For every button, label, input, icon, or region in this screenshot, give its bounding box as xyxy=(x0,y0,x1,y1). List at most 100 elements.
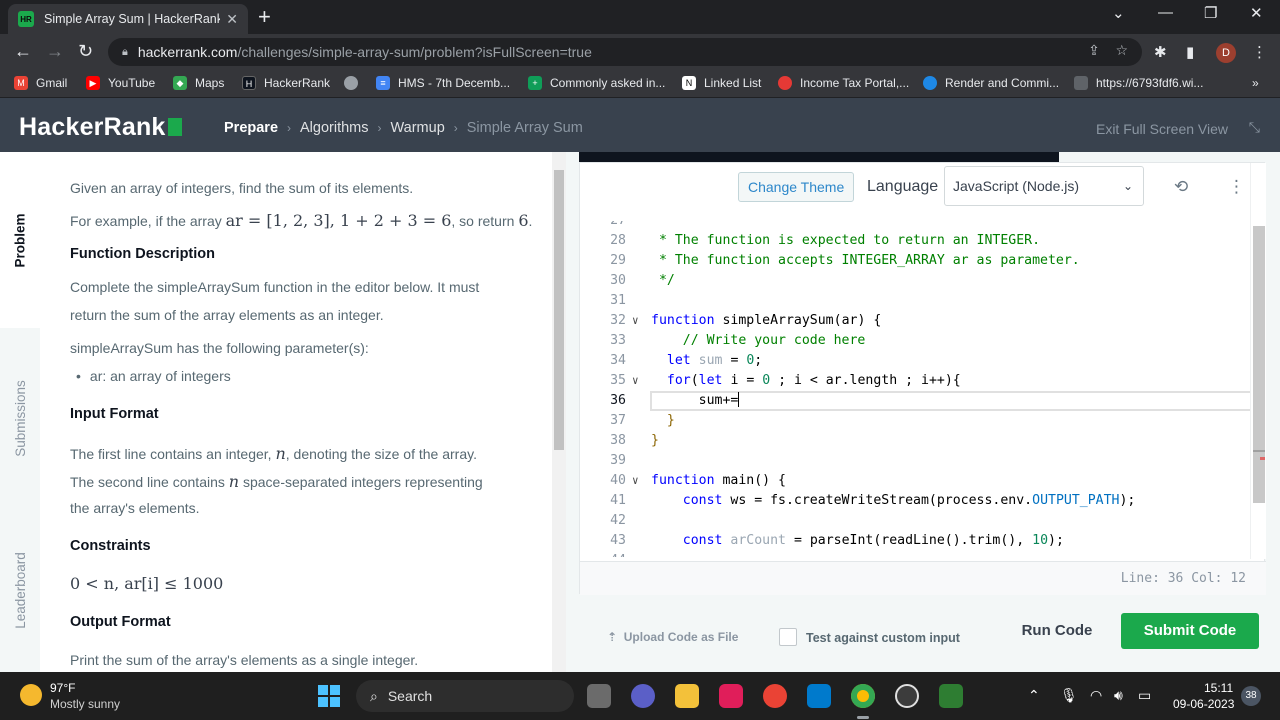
clock-time[interactable]: 15:11 xyxy=(1204,681,1233,695)
line-number: 37 xyxy=(610,413,626,428)
weather-description[interactable]: Mostly sunny xyxy=(50,697,120,711)
more-bookmarks-icon[interactable]: » xyxy=(1252,76,1259,90)
share-bookmark-icons[interactable]: ⇪ ☆ xyxy=(1088,42,1128,59)
bookmark-income-tax[interactable]: Income Tax Portal,... xyxy=(778,76,909,90)
exit-full-screen-icon[interactable]: ⤡ xyxy=(1249,119,1260,136)
maps-pin-icon: ◆ xyxy=(173,76,187,90)
taskbar-search[interactable]: ⌕ Search xyxy=(356,680,574,712)
obs-icon[interactable] xyxy=(895,684,919,708)
hackerrank-favicon-icon: HR xyxy=(18,11,34,27)
bookmark-globe[interactable] xyxy=(344,76,366,90)
editor-pane: Change Theme Language JavaScript (Node.j… xyxy=(579,152,1280,672)
code-line-current: sum+= xyxy=(651,392,740,408)
line-number: 42 xyxy=(610,513,626,528)
line-number: 39 xyxy=(610,453,626,468)
fold-chevron-icon[interactable]: ∨ xyxy=(632,471,639,491)
parameters-intro: simpleArraySum has the following paramet… xyxy=(70,340,369,356)
forward-arrow-icon[interactable]: → xyxy=(46,41,64,61)
side-panel-icon[interactable]: ▮ xyxy=(1186,43,1194,61)
submit-code-button[interactable]: Submit Code xyxy=(1121,613,1259,649)
chrome-icon[interactable] xyxy=(763,684,787,708)
bookmark-linked-list[interactable]: N Linked List xyxy=(682,76,761,90)
wifi-icon[interactable]: ◠ xyxy=(1090,687,1102,704)
fold-chevron-icon[interactable]: ∨ xyxy=(632,311,639,331)
notification-count-badge[interactable]: 38 xyxy=(1241,686,1261,706)
custom-input-label[interactable]: Test against custom input xyxy=(806,631,960,645)
show-hidden-icons-chevron-icon[interactable]: ⌃ xyxy=(1028,687,1040,704)
volume-icon[interactable]: 🔊︎ xyxy=(1114,687,1123,704)
teams-chat-icon[interactable] xyxy=(631,684,655,708)
extensions-icon[interactable]: ✱ xyxy=(1154,43,1167,61)
globe-icon xyxy=(344,76,358,90)
code-line: const arCount = parseInt(readLine().trim… xyxy=(682,533,1064,548)
weather-temperature[interactable]: 97°F xyxy=(50,681,75,695)
change-theme-button[interactable]: Change Theme xyxy=(738,172,855,202)
hackerrank-logo[interactable]: HackerRank xyxy=(19,113,182,142)
tab-problem[interactable]: Problem xyxy=(0,152,40,328)
breadcrumb-algorithms[interactable]: Algorithms xyxy=(300,120,369,136)
address-bar[interactable]: 🔒︎ hackerrank.com /challenges/simple-arr… xyxy=(108,38,1142,66)
bookmarks-bar: M Gmail ▶ YouTube ◆ Maps H HackerRank ≡ HMS -… xyxy=(0,70,1280,98)
bookmark-render[interactable]: Render and Commi... xyxy=(923,76,1059,90)
new-tab-icon[interactable]: + xyxy=(258,6,271,28)
browser-menu-icon[interactable]: ⋮ xyxy=(1252,43,1267,61)
tab-leaderboard[interactable]: Leaderboard xyxy=(0,508,40,672)
close-window-icon[interactable]: ✕ xyxy=(1250,4,1263,22)
breadcrumb-prepare[interactable]: Prepare xyxy=(224,120,278,136)
line-number: 41 xyxy=(610,493,626,508)
run-code-button[interactable]: Run Code xyxy=(1009,613,1105,649)
reload-icon[interactable]: ↻ xyxy=(78,41,93,61)
close-tab-icon[interactable]: ✕ xyxy=(226,11,238,28)
tab-submissions[interactable]: Submissions xyxy=(0,328,40,508)
line-number: 34 xyxy=(610,353,626,368)
hackerrank-icon: H xyxy=(242,76,256,90)
bookmark-hms[interactable]: ≡ HMS - 7th Decemb... xyxy=(376,76,510,90)
slack-icon[interactable] xyxy=(719,684,743,708)
bookmark-youtube[interactable]: ▶ YouTube xyxy=(86,76,155,90)
text-caret xyxy=(738,392,740,407)
profile-avatar[interactable]: D xyxy=(1216,43,1236,63)
problem-scrollbar[interactable] xyxy=(552,152,566,672)
language-select[interactable]: JavaScript (Node.js) ⌄ xyxy=(944,166,1144,206)
pane-splitter-handle[interactable] xyxy=(566,152,579,672)
editor-scrollbar[interactable] xyxy=(1250,163,1266,559)
chrome-active-icon[interactable] xyxy=(851,684,875,708)
clock-date[interactable]: 09-06-2023 xyxy=(1173,697,1234,711)
file-explorer-icon[interactable] xyxy=(675,684,699,708)
chevron-down-icon: ⌄ xyxy=(1122,179,1133,193)
bookmark-maps[interactable]: ◆ Maps xyxy=(173,76,224,90)
constraint-formula: 0 < n, ar[i] ≤ 1000 xyxy=(70,574,224,593)
minimize-icon[interactable]: — xyxy=(1158,4,1173,21)
sun-icon[interactable] xyxy=(20,684,42,706)
bookmark-link[interactable]: https://6793fdf6.wi... xyxy=(1074,76,1203,90)
back-arrow-icon[interactable]: ← xyxy=(14,41,32,61)
bookmark-hackerrank[interactable]: H HackerRank xyxy=(242,76,330,90)
cursor-position: Line: 36 Col: 12 xyxy=(1120,571,1246,586)
bookmark-gmail[interactable]: M Gmail xyxy=(14,76,67,90)
restore-icon[interactable]: ❐ xyxy=(1204,4,1217,22)
code-area[interactable]: 27 28 29 30 31 32 33 34 35 36 37 38 39 4… xyxy=(580,221,1250,557)
task-view-icon[interactable] xyxy=(587,684,611,708)
breadcrumb-warmup[interactable]: Warmup xyxy=(391,120,445,136)
custom-input-checkbox[interactable] xyxy=(779,628,797,646)
tab-search-chevron-icon[interactable]: ⌄ xyxy=(1112,4,1125,22)
restore-history-icon[interactable]: ⟲ xyxy=(1174,177,1188,197)
scrollbar-thumb[interactable] xyxy=(1253,226,1265,503)
upload-icon: ⇡ xyxy=(607,630,618,644)
upload-code-link[interactable]: ⇡ Upload Code as File xyxy=(607,630,738,644)
bookmark-commonly-asked[interactable]: + Commonly asked in... xyxy=(528,76,665,90)
chevron-right-icon: › xyxy=(287,121,292,135)
browser-tab-strip: HR Simple Array Sum | HackerRank ✕ + ⌄ —… xyxy=(0,0,1280,34)
paint-icon[interactable] xyxy=(939,684,963,708)
line-number: 33 xyxy=(610,333,626,348)
exit-full-screen-link[interactable]: Exit Full Screen View xyxy=(1096,121,1228,137)
code-line: */ xyxy=(651,273,675,288)
microphone-icon[interactable]: 🎙︎ xyxy=(1060,687,1078,704)
fold-chevron-icon[interactable]: ∨ xyxy=(632,371,639,391)
windows-start-icon[interactable] xyxy=(318,685,340,707)
scrollbar-thumb[interactable] xyxy=(554,170,564,450)
battery-icon[interactable]: ▭ xyxy=(1138,687,1151,704)
more-options-icon[interactable]: ⋮ xyxy=(1228,177,1245,197)
browser-tab[interactable]: HR Simple Array Sum | HackerRank ✕ xyxy=(8,4,248,34)
vscode-icon[interactable] xyxy=(807,684,831,708)
